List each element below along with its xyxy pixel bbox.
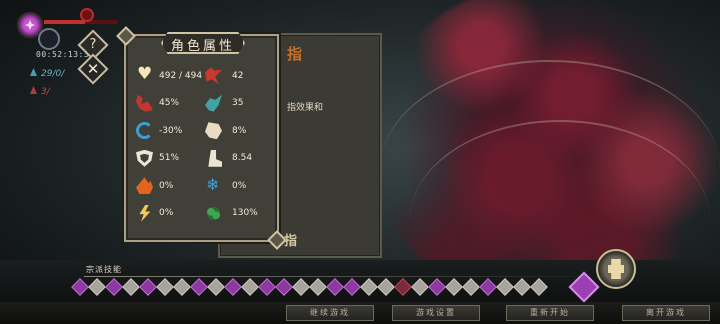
skill-icon[interactable] bbox=[326, 278, 344, 296]
skills-label: 宗派技能 bbox=[86, 265, 122, 274]
skill-icon[interactable] bbox=[241, 278, 259, 296]
skill-icon[interactable] bbox=[428, 278, 446, 296]
attribute-fire: 0% bbox=[136, 177, 205, 195]
guide-text: 指效果和 bbox=[287, 100, 323, 113]
snowflake-icon bbox=[205, 175, 222, 194]
attributes-grid: 492 / 494 42 45% 35 -30% 8% 51% 8.54 0% … bbox=[136, 62, 274, 227]
skill-icon[interactable] bbox=[462, 278, 480, 296]
skills-bar bbox=[71, 278, 548, 296]
skill-icon[interactable] bbox=[88, 278, 106, 296]
skill-icon[interactable] bbox=[445, 278, 463, 296]
skill-icon[interactable] bbox=[71, 278, 89, 296]
attribute-value: 42 bbox=[232, 70, 244, 81]
skill-icon[interactable] bbox=[411, 278, 429, 296]
lightning-icon bbox=[139, 204, 151, 222]
rune-icon bbox=[608, 259, 624, 279]
claw-icon bbox=[136, 94, 153, 112]
fire-icon bbox=[136, 177, 153, 195]
status-orb-icon bbox=[80, 8, 94, 22]
attribute-poison: 130% bbox=[205, 204, 274, 222]
skill-icon[interactable] bbox=[139, 278, 157, 296]
skill-icon[interactable] bbox=[479, 278, 497, 296]
skill-icon[interactable] bbox=[343, 278, 361, 296]
sword-icon bbox=[205, 67, 222, 85]
hp-bar bbox=[44, 20, 118, 24]
attribute-row: 51% 8.54 bbox=[136, 145, 274, 173]
guide-title: 指 bbox=[287, 45, 303, 63]
attribute-value: 0% bbox=[232, 180, 247, 191]
star-icon bbox=[25, 20, 35, 30]
attribute-row: 492 / 494 42 bbox=[136, 62, 274, 90]
attribute-value: 8% bbox=[232, 125, 247, 136]
hp-bar-fill bbox=[44, 20, 85, 24]
continue-button[interactable]: 继续游戏 bbox=[286, 305, 374, 321]
attribute-value: 0% bbox=[159, 208, 174, 219]
attribute-attack: 42 bbox=[205, 67, 274, 85]
fist-icon bbox=[205, 122, 222, 140]
attribute-cooldown: -30% bbox=[136, 122, 205, 140]
skill-icon[interactable] bbox=[309, 278, 327, 296]
attribute-value: 35 bbox=[232, 98, 244, 109]
skill-icon[interactable] bbox=[224, 278, 242, 296]
attribute-value: -30% bbox=[159, 125, 183, 136]
attribute-row: -30% 8% bbox=[136, 117, 274, 145]
mana-ring-icon bbox=[38, 28, 60, 50]
skill-icon[interactable] bbox=[377, 278, 395, 296]
skill-icon[interactable] bbox=[513, 278, 531, 296]
attributes-title: 角色属性 bbox=[170, 39, 235, 54]
skill-icon[interactable] bbox=[258, 278, 276, 296]
attribute-health: 492 / 494 bbox=[136, 64, 205, 84]
attribute-value: 492 / 494 bbox=[159, 70, 203, 81]
shield-icon bbox=[136, 149, 153, 167]
attribute-value: 51% bbox=[159, 153, 180, 164]
wing-icon bbox=[205, 94, 222, 112]
skill-icon[interactable] bbox=[496, 278, 514, 296]
skill-icon[interactable] bbox=[173, 278, 191, 296]
attribute-value: 8.54 bbox=[232, 153, 253, 164]
skill-icon[interactable] bbox=[530, 278, 548, 296]
skill-icon[interactable] bbox=[105, 278, 123, 296]
rune-button[interactable] bbox=[596, 249, 636, 289]
skill-icon[interactable] bbox=[207, 278, 225, 296]
skill-icon[interactable] bbox=[122, 278, 140, 296]
attribute-value: 45% bbox=[159, 98, 180, 109]
close-icon: ✕ bbox=[86, 60, 100, 78]
guide-text-highlight: 效果和 bbox=[296, 103, 324, 113]
poison-icon bbox=[205, 204, 222, 222]
skill-icon[interactable] bbox=[156, 278, 174, 296]
swirl-icon bbox=[136, 122, 153, 140]
attribute-lightning: 0% bbox=[136, 204, 205, 222]
skill-icon[interactable] bbox=[190, 278, 208, 296]
heart-icon bbox=[136, 64, 153, 84]
help-icon: ? bbox=[89, 37, 97, 52]
skill-icon[interactable] bbox=[292, 278, 310, 296]
attribute-ice: 0% bbox=[205, 175, 274, 194]
skill-icon[interactable] bbox=[394, 278, 412, 296]
attribute-row: 0% 130% bbox=[136, 200, 274, 228]
restart-button[interactable]: 重新开始 bbox=[506, 305, 594, 321]
counter-red: 3/ bbox=[30, 86, 50, 97]
attribute-strength: 8% bbox=[205, 122, 274, 140]
attribute-value: 130% bbox=[232, 208, 258, 219]
skill-icon[interactable] bbox=[360, 278, 378, 296]
attribute-row: 0% 0% bbox=[136, 172, 274, 200]
guide-text-prefix: 指 bbox=[287, 103, 297, 113]
attribute-move-speed: 8.54 bbox=[205, 149, 274, 167]
skill-icon[interactable] bbox=[275, 278, 293, 296]
attribute-row: 45% 35 bbox=[136, 90, 274, 118]
boot-icon bbox=[208, 149, 222, 167]
attribute-value: 0% bbox=[159, 180, 174, 191]
counter-blue: 29/0/ bbox=[30, 68, 64, 79]
quit-button[interactable]: 离开游戏 bbox=[622, 305, 710, 321]
attribute-defense: 51% bbox=[136, 149, 205, 167]
attribute-crit: 45% bbox=[136, 94, 205, 112]
settings-button[interactable]: 游戏设置 bbox=[392, 305, 480, 321]
skills-divider bbox=[84, 276, 604, 277]
attribute-speed: 35 bbox=[205, 94, 274, 112]
